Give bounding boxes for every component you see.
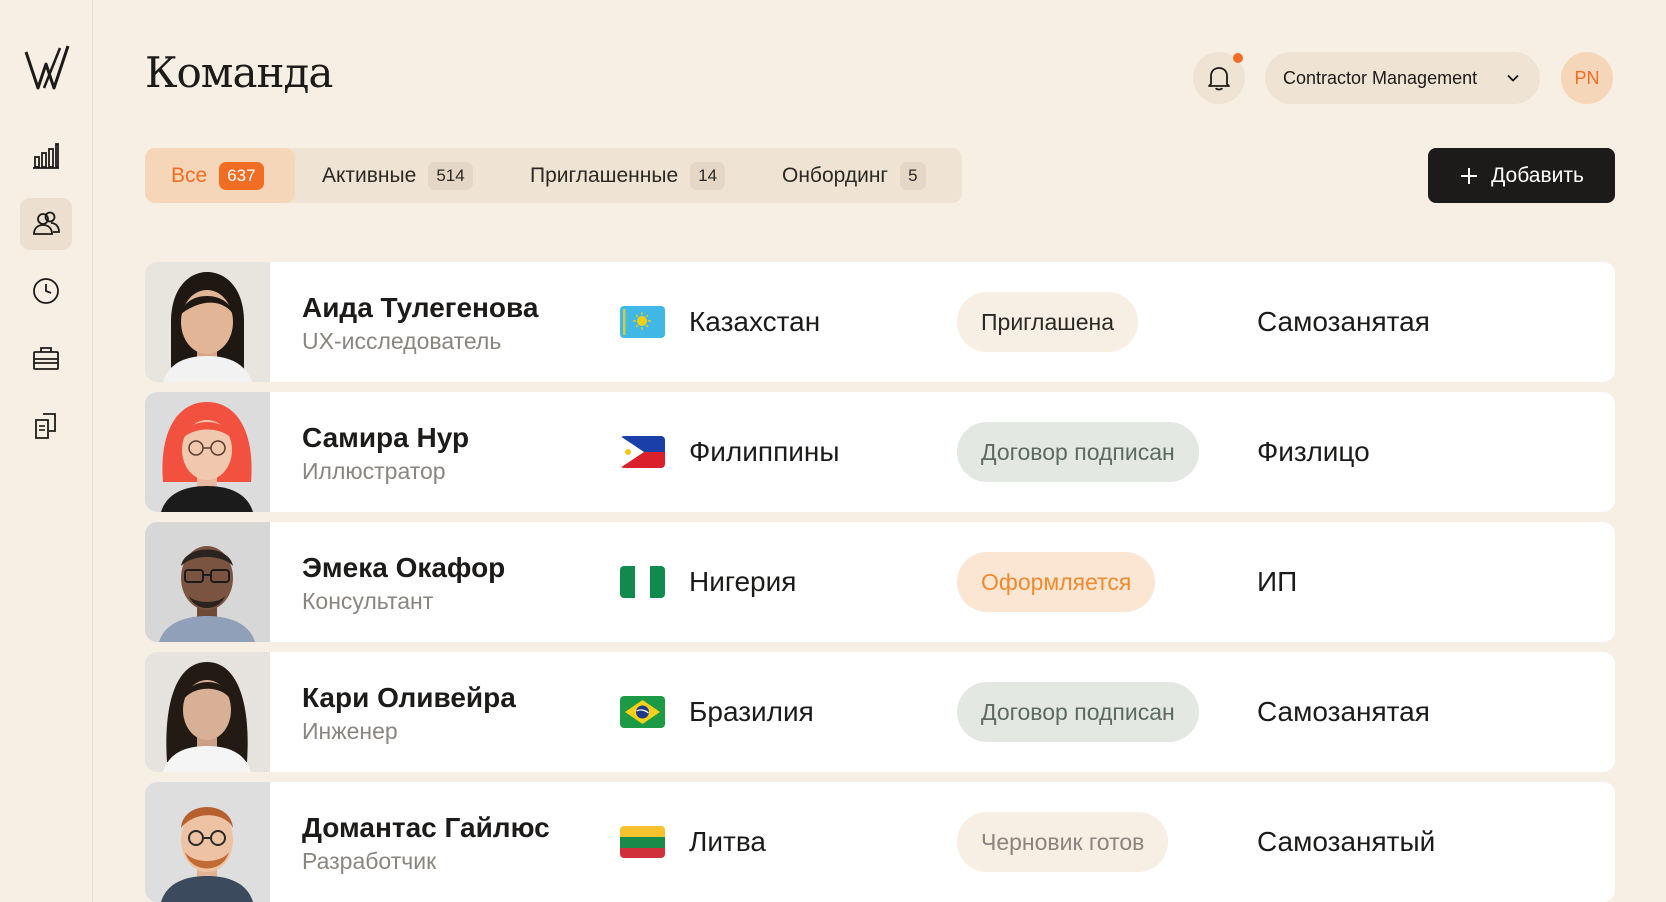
bell-icon	[1208, 67, 1230, 91]
avatar	[145, 522, 270, 642]
status-badge: Приглашена	[957, 292, 1139, 352]
lithuania-flag-icon	[620, 826, 665, 858]
member-legal-type: Физлицо	[1257, 436, 1370, 467]
member-name[interactable]: Домантас Гайлюс	[302, 812, 550, 844]
chevron-down-icon	[1507, 74, 1519, 82]
briefcase-icon	[33, 347, 59, 370]
tab-count-badge: 514	[428, 161, 473, 190]
tab-onboarding[interactable]: Онбординг 5	[782, 148, 926, 203]
page-title: Команда	[145, 48, 333, 97]
table-row[interactable]: Эмека Окафор Консультант Нигерия Оформля…	[145, 522, 1615, 642]
status-badge: Договор подписан	[957, 682, 1199, 742]
member-role: Разработчик	[302, 848, 437, 874]
status-badge: Черновик готов	[957, 812, 1169, 872]
tab-label: Активные	[322, 163, 417, 187]
tab-label: Онбординг	[782, 163, 889, 187]
sidebar-item-documents[interactable]	[20, 400, 72, 452]
avatar	[145, 652, 270, 772]
member-role: UX-исследователь	[302, 328, 502, 354]
member-country: Бразилия	[689, 696, 814, 727]
avatar	[145, 262, 270, 382]
sidebar-item-analytics[interactable]	[20, 130, 72, 182]
member-legal-type: ИП	[1257, 566, 1298, 597]
people-icon	[33, 211, 60, 235]
tab-count-badge: 637	[219, 161, 264, 190]
kazakhstan-flag-icon	[620, 306, 665, 338]
member-country: Казахстан	[689, 306, 821, 337]
nigeria-flag-icon	[620, 566, 665, 598]
avatar	[145, 782, 270, 902]
status-badge: Договор подписан	[957, 422, 1199, 482]
table-row[interactable]: Домантас Гайлюс Разработчик Литва Чернов…	[145, 782, 1615, 902]
add-button-label: Добавить	[1491, 163, 1584, 187]
table-row[interactable]: Кари Оливейра Инженер Бразилия Договор п…	[145, 652, 1615, 772]
member-name[interactable]: Кари Оливейра	[302, 682, 516, 714]
member-legal-type: Самозанятая	[1257, 306, 1430, 337]
sidebar-item-jobs[interactable]	[20, 332, 72, 384]
logo-icon[interactable]	[24, 44, 70, 92]
tab-all[interactable]: Все 637	[145, 148, 295, 203]
tab-invited[interactable]: Приглашенные 14	[530, 148, 726, 203]
member-name[interactable]: Самира Нур	[302, 422, 469, 454]
table-row[interactable]: Самира Нур Иллюстратор Филиппины Договор…	[145, 392, 1615, 512]
member-role: Консультант	[302, 588, 434, 614]
avatar	[145, 392, 270, 512]
member-country: Филиппины	[689, 436, 840, 467]
tab-label: Приглашенные	[530, 163, 679, 187]
sidebar-item-team[interactable]	[20, 198, 72, 250]
tab-label: Все	[171, 163, 208, 187]
brazil-flag-icon	[620, 696, 665, 728]
add-button[interactable]: Добавить	[1428, 148, 1615, 203]
member-role: Инженер	[302, 718, 398, 744]
workspace-label: Contractor Management	[1283, 67, 1478, 88]
member-legal-type: Самозанятый	[1257, 826, 1436, 857]
philippines-flag-icon	[620, 436, 665, 468]
documents-icon	[35, 413, 56, 439]
member-role: Иллюстратор	[302, 458, 446, 484]
member-country: Литва	[689, 826, 766, 857]
member-legal-type: Самозанятая	[1257, 696, 1430, 727]
member-name[interactable]: Эмека Окафор	[302, 552, 505, 584]
sidebar-item-time[interactable]	[20, 265, 72, 317]
user-avatar[interactable]: PN	[1561, 52, 1613, 104]
clock-icon	[33, 278, 59, 304]
plus-icon	[1461, 167, 1478, 184]
tab-count-badge: 5	[900, 161, 926, 190]
notification-dot	[1233, 53, 1243, 63]
table-row[interactable]: Аида Тулегенова UX-исследователь Казахст…	[145, 262, 1615, 382]
sidebar	[0, 0, 93, 902]
workspace-switcher[interactable]: Contractor Management	[1265, 52, 1540, 104]
member-name[interactable]: Аида Тулегенова	[302, 292, 538, 324]
tab-active[interactable]: Активные 514	[322, 148, 473, 203]
bar-chart-icon	[33, 143, 59, 169]
member-country: Нигерия	[689, 566, 797, 597]
status-badge: Оформляется	[957, 552, 1156, 612]
tab-count-badge: 14	[690, 161, 726, 190]
filter-tabs: Все 637 Активные 514 Приглашенные 14 Онб…	[145, 148, 962, 203]
